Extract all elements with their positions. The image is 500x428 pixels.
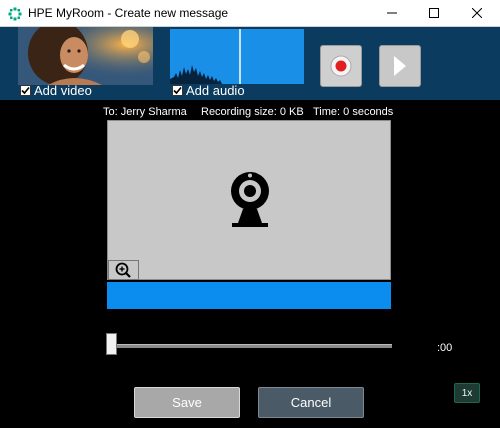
audio-waveform-image [170,29,304,84]
add-audio-label[interactable]: Add audio [186,83,245,98]
recipient-label: To: Jerry Sharma [103,106,187,118]
timeline-time-label: :00 [437,342,453,354]
minimize-button[interactable] [370,0,414,26]
add-video-label[interactable]: Add video [34,83,92,98]
webcam-snapshot-image [18,27,153,85]
recording-size-label: Recording size: 0 KB [201,106,304,118]
audio-waveform-thumbnail[interactable] [170,29,304,84]
preview-status-bar [107,282,391,309]
maximize-icon [429,8,439,18]
zoom-in-icon [115,262,131,278]
webcam-icon [231,172,269,227]
minimize-icon [387,12,397,14]
checkmark-icon [21,86,30,95]
record-button[interactable] [320,45,362,87]
timeline-track[interactable] [112,344,392,348]
recording-time-label: Time: 0 seconds [313,106,394,118]
play-button[interactable] [379,45,421,87]
video-preview-thumbnail[interactable] [18,27,153,85]
window-title: HPE MyRoom - Create new message [28,6,229,20]
save-button[interactable]: Save [134,387,240,418]
timeline-slider-thumb[interactable] [106,333,117,355]
title-bar: HPE MyRoom - Create new message [0,0,500,27]
checkmark-icon [173,86,182,95]
maximize-button[interactable] [412,0,456,26]
playback-speed-button[interactable]: 1x [454,383,480,403]
video-preview-area [107,120,391,280]
media-toolbar: Add video Add audio [0,27,500,100]
hpe-myroom-logo-icon [8,7,22,21]
close-icon [472,8,482,18]
play-icon [394,56,406,76]
add-video-checkbox[interactable] [20,85,31,96]
add-audio-checkbox[interactable] [172,85,183,96]
record-icon [330,55,352,77]
zoom-button[interactable] [108,260,139,280]
close-button[interactable] [455,0,499,26]
cancel-button[interactable]: Cancel [258,387,364,418]
